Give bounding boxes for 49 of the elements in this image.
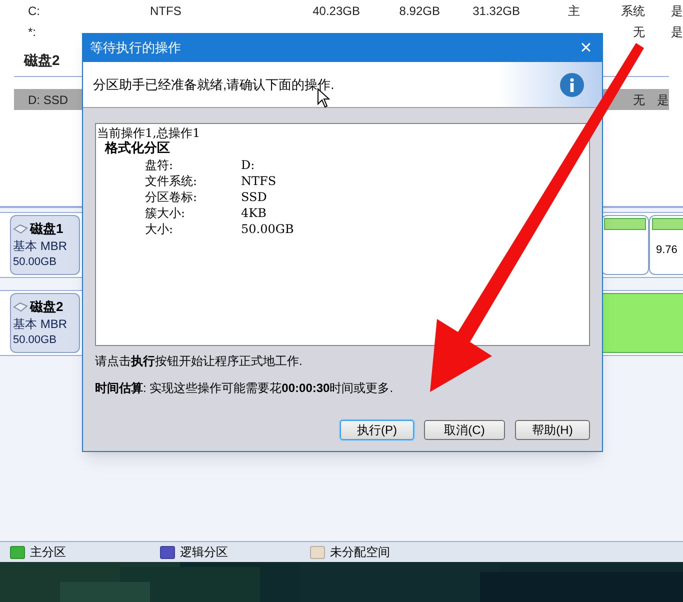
detail-label: 盘符: [145,157,174,173]
disk-type: 基本 MBR [13,316,68,332]
table-cell: 主 [568,4,580,18]
legend-label: 逻辑分区 [180,544,228,561]
partition-bar [652,218,683,230]
detail-label: 分区卷标: [145,189,198,205]
table-cell: 无 [633,92,645,106]
disk-name: 磁盘2 [30,298,64,316]
partition-size: 9.76 [655,243,678,258]
table-cell: NTFS [150,4,182,18]
detail-label: 文件系统: [145,173,198,189]
disk-size: 50.00GB [13,332,58,348]
dialog-button[interactable]: 执行(P) [340,420,414,440]
table-cell: D: SSD [28,92,68,106]
detail-value: D: [241,157,255,173]
legend-label: 主分区 [30,544,66,561]
message: 分区助手已经准备就绪,请确认下面的操作. [93,76,334,94]
window-title: 等待执行的操作 [90,39,181,58]
table-row[interactable]: C: NTFS 40.23GB 8.92GB 31.32GB 主 系统 是 [0,0,683,21]
disk-header: 磁盘2 [24,50,60,70]
operation-title: 格式化分区 [104,141,171,157]
table-cell: *: [28,24,36,38]
detail-value: 4KB [241,205,266,221]
instruction-text: 请点击执行按钮开始让程序正式地工作. [95,353,304,370]
table-cell: C: [28,4,40,18]
table-cell: 31.32GB [472,4,520,18]
detail-value: 50.00GB [241,221,294,237]
table-cell: 是 [671,24,683,38]
table-cell: 是 [657,92,669,106]
detail-label: 簇大小: [145,205,186,221]
table-cell: 是 [671,4,683,18]
detail-value: NTFS [241,173,276,189]
detail-label: 大小: [145,221,174,237]
table-cell: 40.23GB [312,4,360,18]
disk-name: 磁盘1 [30,220,64,238]
table-cell: 8.92GB [399,4,440,18]
table-cell: 系统 [621,4,645,18]
disk-size: 50.00GB [13,254,58,270]
dialog-button[interactable]: 取消(C) [424,420,505,440]
table-cell: 无 [633,24,645,38]
info-icon [560,72,584,96]
partition-bar [604,218,646,230]
legend-label: 未分配空间 [330,544,390,561]
time-estimate: 时间估算: 实现这些操作可能需要花00:00:30时间或更多. [95,380,394,397]
close-button[interactable]: × [574,38,598,58]
disk-type: 基本 MBR [13,238,68,254]
detail-value: SSD [241,189,267,205]
operation-header: 当前操作1,总操作1 [97,125,202,141]
dialog-button[interactable]: 帮助(H) [515,420,590,440]
